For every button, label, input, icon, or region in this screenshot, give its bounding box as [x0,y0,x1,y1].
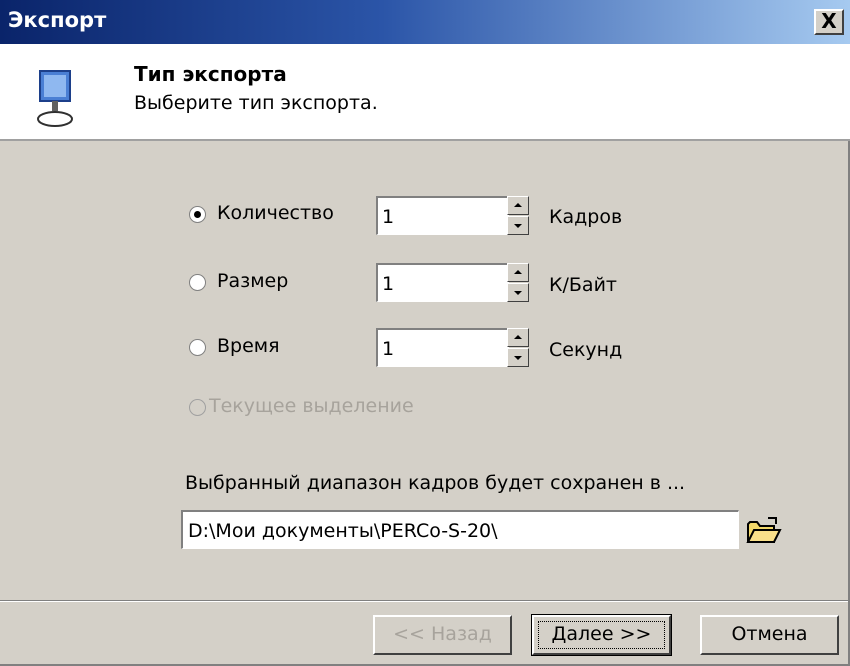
radio-count[interactable] [189,206,206,223]
radio-time-label[interactable]: Время [217,335,280,357]
time-stepper[interactable] [507,328,529,367]
back-button[interactable]: << Назад [373,615,512,655]
radio-size-label[interactable]: Размер [217,270,288,292]
radio-count-label[interactable]: Количество [217,202,334,224]
title-bar[interactable]: Экспорт X [0,0,850,44]
size-stepper[interactable] [507,263,529,302]
wizard-header: Тип экспорта Выберите тип экспорта. [0,44,850,141]
size-decrement-button[interactable] [507,283,529,302]
radio-size[interactable] [189,274,206,291]
radio-current-selection [189,399,206,416]
destination-caption: Выбранный диапазон кадров будет сохранен… [185,472,686,494]
open-folder-icon[interactable] [744,514,782,548]
time-increment-button[interactable] [507,328,529,347]
count-increment-button[interactable] [507,196,529,215]
next-button[interactable]: Далее >> [531,614,672,656]
time-unit: Секунд [549,339,623,361]
count-stepper[interactable] [507,196,529,235]
count-unit: Кадров [549,206,623,228]
radio-current-selection-label: Текущее выделение [209,395,414,417]
monitor-export-icon [37,70,73,127]
size-unit: К/Байт [549,274,617,296]
next-button-label: Далее >> [551,623,652,645]
export-dialog: Экспорт X Тип экспорта Выберите тип эксп… [0,0,850,666]
radio-time[interactable] [189,339,206,356]
cancel-button[interactable]: Отмена [700,615,839,655]
time-decrement-button[interactable] [507,348,529,367]
close-icon: X [821,9,837,33]
destination-path-input[interactable]: D:\Мои документы\PERCo-S-20\ [181,510,739,549]
window-title: Экспорт [8,8,107,32]
time-input[interactable]: 1 [376,328,509,367]
header-subtitle: Выберите тип экспорта. [134,92,378,114]
footer-separator [0,600,848,602]
count-input[interactable]: 1 [376,196,509,235]
close-button[interactable]: X [814,9,844,35]
size-increment-button[interactable] [507,263,529,282]
header-title: Тип экспорта [134,62,287,86]
count-decrement-button[interactable] [507,216,529,235]
size-input[interactable]: 1 [376,263,509,302]
